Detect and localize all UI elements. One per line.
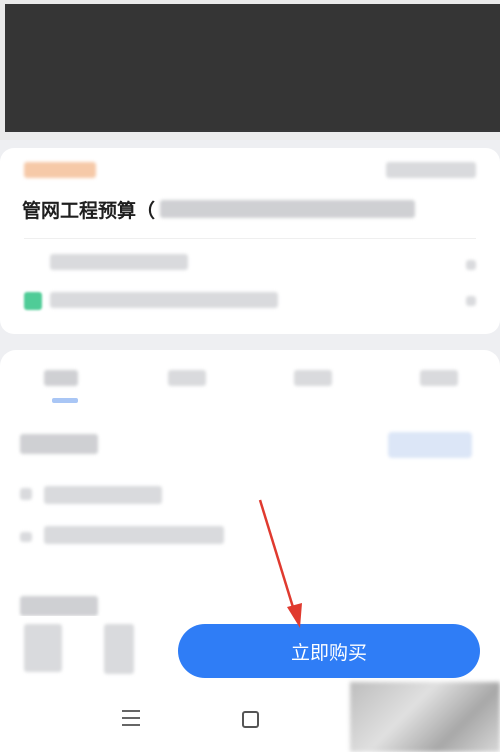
verified-icon: [24, 292, 42, 310]
product-title-rest: [160, 200, 415, 218]
home-icon[interactable]: [242, 711, 259, 728]
tab-1[interactable]: [44, 370, 78, 386]
tab-2[interactable]: [168, 370, 206, 386]
bullet-icon-2: [20, 532, 32, 542]
section-heading-1: [20, 434, 98, 454]
top-banner-image: [0, 0, 500, 140]
product-info-row-1: [50, 254, 188, 270]
blurred-corner-overlay: [350, 682, 500, 752]
shop-icon[interactable]: [24, 624, 62, 672]
chevron-right-icon-2[interactable]: [466, 296, 476, 306]
product-meta-text: [386, 162, 476, 178]
buy-now-button[interactable]: 立即购买: [178, 624, 480, 678]
chevron-right-icon[interactable]: [466, 260, 476, 270]
card-divider: [24, 238, 476, 239]
product-tag-badge: [24, 162, 96, 178]
tab-3[interactable]: [294, 370, 332, 386]
section-heading-2: [20, 596, 98, 616]
info-line-1: [44, 486, 162, 504]
product-title: 管网工程预算（: [22, 200, 156, 222]
tab-active-indicator: [52, 398, 78, 403]
customer-service-icon[interactable]: [104, 624, 134, 674]
bullet-icon-1: [20, 488, 32, 500]
section-action-button[interactable]: [388, 432, 472, 458]
product-info-row-2[interactable]: [50, 292, 278, 308]
info-line-2: [44, 526, 224, 544]
menu-icon[interactable]: [122, 710, 140, 728]
tab-4[interactable]: [420, 370, 458, 386]
